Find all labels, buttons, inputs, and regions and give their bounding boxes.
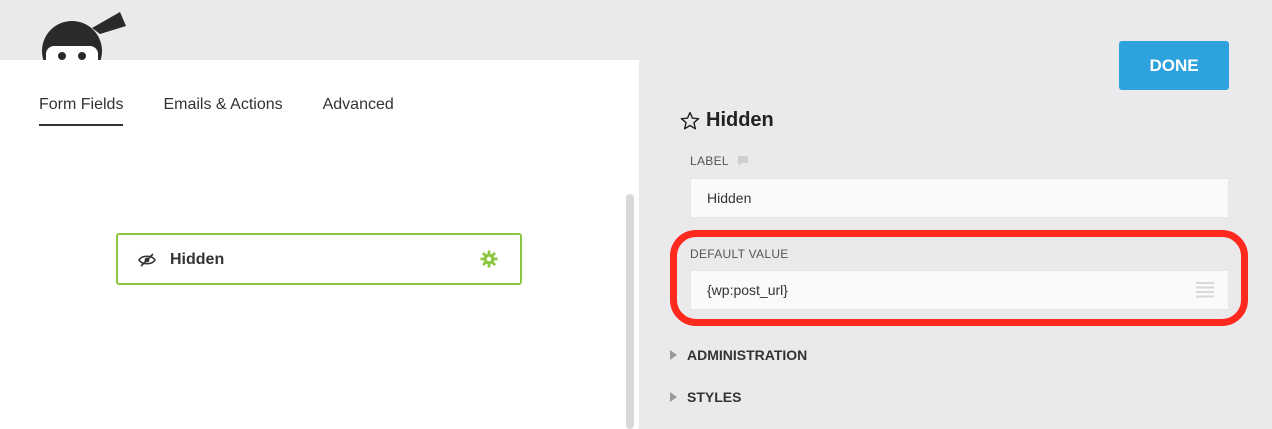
label-input[interactable]: Hidden xyxy=(690,178,1229,218)
label-setting-label: LABEL xyxy=(690,154,749,168)
eye-slash-icon xyxy=(138,253,156,267)
drawer-title-text: Hidden xyxy=(706,109,774,131)
default-value-input[interactable]: {wp:post_url} xyxy=(690,270,1229,310)
label-setting-text: LABEL xyxy=(690,154,729,168)
help-bubble-icon[interactable] xyxy=(737,155,749,167)
expand-triangle-icon xyxy=(670,350,677,360)
top-bar xyxy=(0,0,639,66)
builder-panel: Form Fields Emails & Actions Advanced Hi… xyxy=(0,60,639,429)
tab-form-fields[interactable]: Form Fields xyxy=(39,96,124,126)
star-icon[interactable] xyxy=(680,111,700,131)
builder-tabs: Form Fields Emails & Actions Advanced xyxy=(39,96,394,126)
merge-tags-icon[interactable] xyxy=(1196,282,1214,298)
section-styles[interactable]: STYLES xyxy=(670,389,741,405)
section-styles-label: STYLES xyxy=(687,389,742,405)
tab-advanced[interactable]: Advanced xyxy=(323,96,394,126)
drawer-title: Hidden xyxy=(680,109,774,132)
hidden-field-card[interactable]: Hidden xyxy=(116,233,522,285)
ninja-logo-icon xyxy=(42,12,126,66)
field-title: Hidden xyxy=(170,251,225,268)
expand-triangle-icon xyxy=(670,392,677,402)
default-value-label: DEFAULT VALUE xyxy=(690,247,789,261)
done-button[interactable]: DONE xyxy=(1119,41,1229,90)
section-administration-label: ADMINISTRATION xyxy=(687,347,808,363)
gear-icon[interactable] xyxy=(480,250,498,268)
panel-scrollbar[interactable] xyxy=(626,194,634,429)
section-administration[interactable]: ADMINISTRATION xyxy=(670,347,807,363)
tab-emails-actions[interactable]: Emails & Actions xyxy=(163,96,282,126)
default-value-text: {wp:post_url} xyxy=(707,282,788,298)
